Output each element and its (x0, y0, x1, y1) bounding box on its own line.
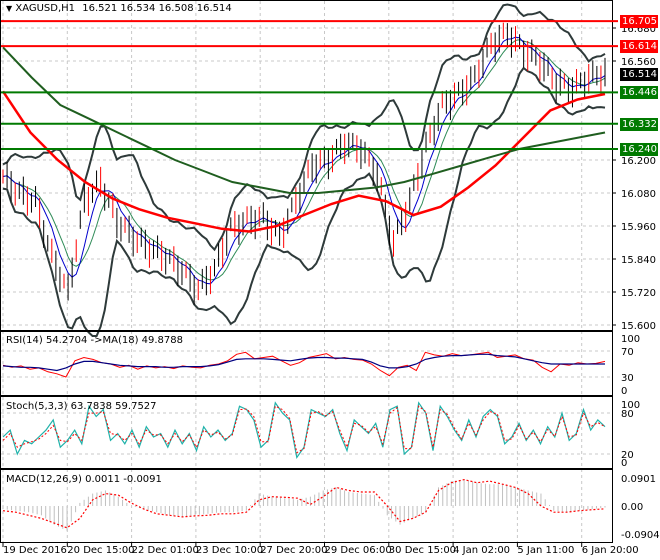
y-tick-label: 15.840 (621, 255, 656, 266)
y-tick-label: 15.720 (621, 288, 656, 299)
macd-tick-label: -0.0904 (621, 530, 660, 541)
chart-header: ▼ XAGUSD,H1 16.521 16.534 16.508 16.514 (6, 3, 232, 14)
rsi-tick-label: 70 (621, 347, 634, 358)
macd-tick-label: 0.00 (621, 502, 643, 513)
chart-frame (0, 0, 613, 543)
collapse-arrow-icon[interactable]: ▼ (6, 4, 12, 13)
stoch-title: Stoch(5,3,3) 63.7838 59.7527 (6, 401, 157, 412)
ohlc-values: 16.521 16.534 16.508 16.514 (82, 3, 232, 14)
rsi-tick-label: 0 (621, 386, 627, 397)
x-tick-label: 30 Dec 15:00 (389, 545, 456, 556)
y-tick-label: 16.200 (621, 156, 656, 167)
rsi-tick-label: 100 (621, 334, 640, 345)
level-price-label: 16.614 (620, 40, 658, 54)
level-price-label: 16.332 (620, 117, 658, 131)
x-tick-label: 6 Jan 20:00 (582, 545, 639, 556)
x-tick-label: 20 Dec 15:00 (67, 545, 134, 556)
y-tick-label: 16.080 (621, 189, 656, 200)
stoch-tick-label: 0 (621, 458, 627, 469)
x-tick-label: 22 Dec 01:00 (132, 545, 199, 556)
x-tick-label: 19 Dec 2016 (3, 545, 67, 556)
macd-tick-label: 0.0901 (621, 474, 656, 485)
level-price-label: 16.240 (620, 143, 658, 156)
x-tick-label: 4 Jan 02:00 (453, 545, 510, 556)
rsi-title: RSI(14) 54.2704 ->MA(18) 49.8788 (6, 335, 183, 346)
stoch-tick-label: 80 (621, 409, 634, 420)
x-tick-label: 27 Dec 20:00 (260, 545, 327, 556)
y-tick-label: 15.600 (621, 321, 656, 332)
symbol-label: XAGUSD,H1 (15, 3, 76, 14)
rsi-tick-label: 30 (621, 373, 634, 384)
macd-title: MACD(12,26,9) 0.0011 -0.0091 (6, 474, 162, 485)
level-price-label: 16.446 (620, 86, 658, 100)
level-price-label: 16.705 (620, 15, 658, 29)
y-tick-label: 15.960 (621, 222, 656, 233)
x-tick-label: 29 Dec 06:00 (325, 545, 392, 556)
y-tick-label: 16.560 (621, 57, 656, 68)
x-tick-label: 5 Jan 11:00 (517, 545, 574, 556)
x-tick-label: 23 Dec 10:00 (196, 545, 263, 556)
current-price-label: 16.514 (620, 67, 658, 81)
